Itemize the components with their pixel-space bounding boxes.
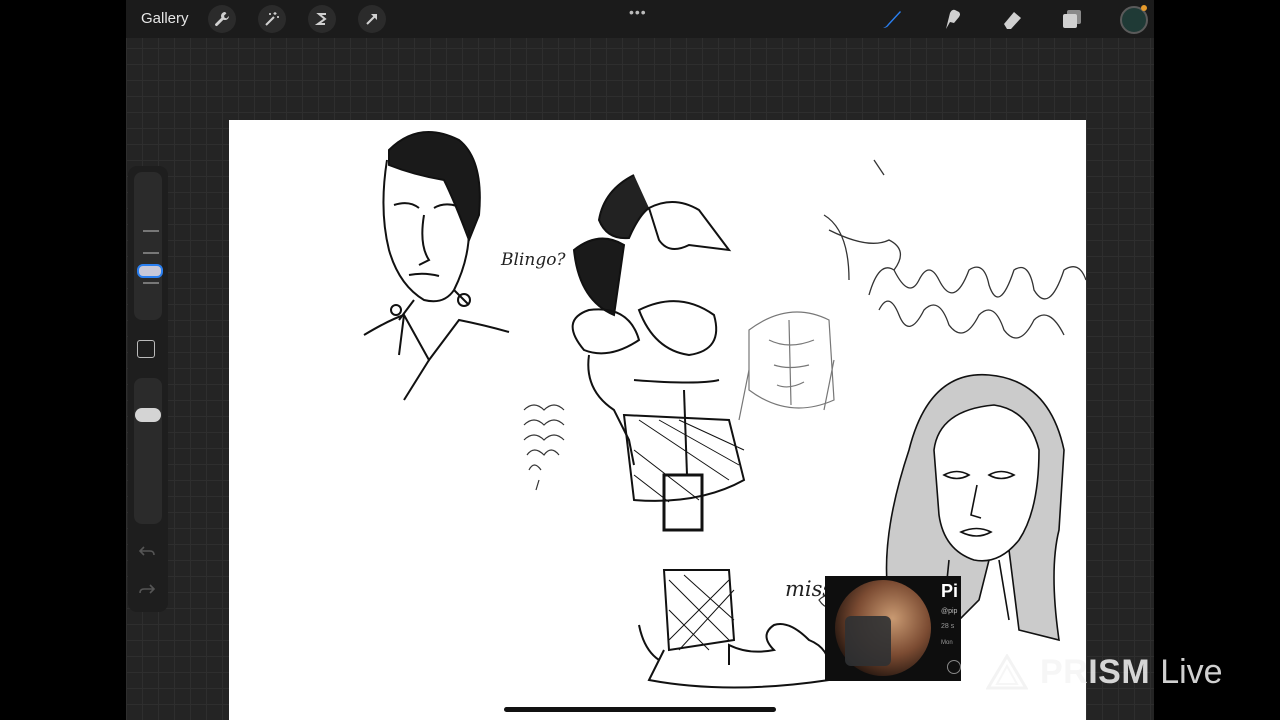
gallery-button[interactable]: Gallery [141, 10, 189, 27]
layers-icon [1063, 10, 1081, 28]
profile-name: Pi [941, 581, 959, 601]
prism-live-watermark: PRISM Live [986, 652, 1223, 692]
sketch-armored-creature [571, 174, 831, 689]
selection-button[interactable] [308, 5, 336, 33]
profile-overlay-card: Pi @pip 28 s Mon [825, 576, 961, 681]
smudge-tool-button[interactable] [939, 6, 965, 32]
more-options-icon[interactable]: ••• [629, 4, 647, 20]
profile-subscribers: 28 s [941, 623, 955, 630]
brush-tool-button[interactable] [879, 6, 905, 32]
phone-in-photo [845, 616, 891, 666]
undo-icon[interactable] [138, 542, 156, 560]
opacity-thumb[interactable] [135, 408, 161, 422]
transform-button[interactable] [358, 5, 386, 33]
sketch-hair-study [823, 159, 1086, 339]
sketch-torso [738, 311, 835, 421]
eraser-tool-button[interactable] [999, 6, 1025, 32]
smudge-icon [946, 9, 960, 30]
selection-s-icon [314, 13, 327, 25]
watermark-suffix: Live [1160, 652, 1223, 691]
sketch-man-portrait [363, 131, 510, 401]
arrow-cursor-icon [366, 14, 377, 25]
top-toolbar: Gallery ••• [126, 0, 1154, 38]
prism-logo-icon [986, 654, 1028, 690]
home-indicator[interactable] [504, 707, 776, 712]
procreate-screen: Gallery ••• Blingo? miss Pi @pip 28 s Mo… [126, 0, 1154, 720]
actions-button[interactable] [208, 5, 236, 33]
profile-handle: @pip [941, 608, 958, 615]
adjustments-button[interactable] [258, 5, 286, 33]
annotation-blingo: Blingo? [501, 250, 566, 270]
eraser-icon [1004, 12, 1021, 29]
wrench-icon [215, 12, 230, 27]
modify-button[interactable] [137, 340, 155, 358]
profile-date: Mon [941, 640, 953, 646]
left-sidebar [128, 166, 168, 612]
bell-icon [947, 660, 961, 674]
redo-icon[interactable] [138, 580, 156, 598]
slider-tick [143, 230, 159, 232]
slider-tick [143, 282, 159, 284]
layers-button[interactable] [1059, 6, 1085, 32]
watermark-brand: PRISM [1040, 652, 1151, 691]
brush-icon [883, 11, 901, 28]
brush-size-slider[interactable] [134, 172, 163, 320]
sketch-curls [523, 404, 565, 491]
magic-wand-icon [265, 12, 279, 26]
color-indicator-dot [1141, 5, 1147, 11]
drawing-canvas[interactable]: Blingo? miss piper Pi @pip 28 s Mon [229, 120, 1086, 720]
opacity-slider[interactable] [134, 378, 162, 524]
slider-tick [143, 252, 159, 254]
brush-size-thumb[interactable] [137, 264, 163, 278]
